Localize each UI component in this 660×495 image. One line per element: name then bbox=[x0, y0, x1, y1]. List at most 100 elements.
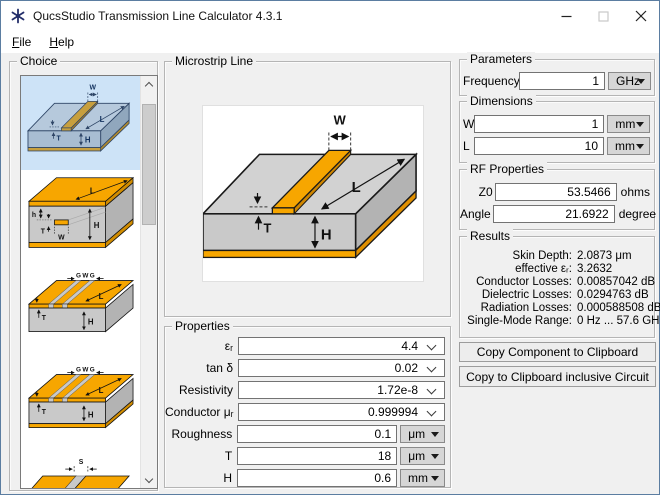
choice-item-coplanar-waveguide[interactable]: G W G L T H bbox=[21, 264, 140, 358]
svg-text:G: G bbox=[76, 273, 81, 280]
t-unit-label: μm bbox=[408, 449, 425, 463]
menu-bar: File Help bbox=[1, 31, 659, 53]
choice-item-grounded-coplanar-waveguide[interactable]: G W G L T H bbox=[21, 358, 140, 452]
copy-circuit-button[interactable]: Copy to Clipboard inclusive Circuit bbox=[459, 366, 656, 387]
minimize-button[interactable] bbox=[548, 1, 585, 31]
roughness-unit-select[interactable]: μm bbox=[400, 425, 445, 443]
choice-item-coupled-lines[interactable]: S bbox=[21, 452, 140, 488]
svg-text:G: G bbox=[76, 367, 81, 374]
svg-text:W: W bbox=[89, 85, 96, 92]
copy-circuit-button-label: Copy to Clipboard inclusive Circuit bbox=[466, 370, 649, 384]
svg-text:L: L bbox=[99, 115, 104, 124]
svg-text:H: H bbox=[93, 221, 99, 230]
parameters-group: Parameters Frequency GHz bbox=[459, 59, 655, 96]
conductor-mu-combo[interactable] bbox=[238, 403, 445, 421]
dropdown-arrow-icon bbox=[636, 122, 644, 127]
frequency-unit-select[interactable]: GHz bbox=[608, 72, 651, 90]
rf-properties-group-title: RF Properties bbox=[467, 162, 547, 177]
svg-text:H: H bbox=[87, 318, 93, 327]
results-group: Results Skin Depth: 2.0873 μm effective … bbox=[459, 236, 655, 338]
length-unit-select[interactable]: mm bbox=[607, 137, 650, 155]
svg-text:T: T bbox=[263, 221, 271, 236]
tan-delta-combo[interactable] bbox=[238, 359, 445, 377]
h-unit-select[interactable]: mm bbox=[400, 469, 445, 487]
close-button[interactable] bbox=[622, 1, 659, 31]
properties-group-title: Properties bbox=[172, 319, 233, 334]
epsilon-r-combo[interactable] bbox=[238, 337, 445, 355]
svg-text:L: L bbox=[89, 186, 94, 195]
choice-item-stripline[interactable]: L h T W H bbox=[21, 170, 140, 264]
resistivity-value[interactable] bbox=[239, 382, 444, 398]
epsilon-r-label: εᵣ bbox=[165, 339, 238, 353]
copy-component-button-label: Copy Component to Clipboard bbox=[477, 345, 638, 359]
menu-item-file[interactable]: File bbox=[3, 33, 40, 51]
svg-text:S: S bbox=[78, 459, 83, 466]
h-input[interactable] bbox=[237, 469, 397, 487]
choice-list: W L T H bbox=[21, 76, 140, 488]
menu-item-help[interactable]: Help bbox=[40, 33, 83, 51]
effective-er-value: 3.2632 bbox=[577, 263, 660, 276]
effective-er-label: effective εᵣ: bbox=[460, 263, 572, 276]
dropdown-arrow-icon bbox=[431, 454, 439, 459]
t-input[interactable] bbox=[237, 447, 397, 465]
t-label: T bbox=[165, 449, 237, 463]
maximize-button[interactable] bbox=[585, 1, 622, 31]
h-label: H bbox=[165, 471, 237, 485]
microstrip-diagram-image: W L T H bbox=[202, 105, 424, 282]
window-title: QucsStudio Transmission Line Calculator … bbox=[33, 9, 282, 23]
z0-unit-label: ohms bbox=[621, 185, 650, 199]
svg-text:L: L bbox=[98, 292, 103, 301]
width-unit-select[interactable]: mm bbox=[607, 115, 650, 133]
svg-text:L: L bbox=[98, 386, 103, 395]
resistivity-label: Resistivity bbox=[165, 383, 238, 397]
scroll-down-button[interactable] bbox=[141, 471, 157, 488]
epsilon-r-value[interactable] bbox=[239, 338, 444, 354]
length-label: L bbox=[463, 139, 474, 153]
angle-input[interactable] bbox=[493, 205, 615, 223]
copy-component-button[interactable]: Copy Component to Clipboard bbox=[459, 342, 656, 362]
z0-input[interactable] bbox=[495, 183, 617, 201]
svg-text:H: H bbox=[321, 228, 332, 244]
close-icon bbox=[635, 10, 647, 22]
scroll-up-button[interactable] bbox=[141, 76, 157, 93]
frequency-label: Frequency bbox=[463, 74, 519, 88]
length-unit-label: mm bbox=[615, 139, 635, 153]
dropdown-arrow-icon bbox=[636, 144, 644, 149]
width-input[interactable] bbox=[474, 115, 604, 133]
maximize-icon bbox=[598, 11, 609, 22]
z0-label: Z0 bbox=[460, 185, 495, 199]
coplanar-thumbnail-image: G W G L T H bbox=[27, 268, 135, 352]
dimensions-group: Dimensions W mm L mm bbox=[459, 101, 655, 163]
t-unit-select[interactable]: μm bbox=[400, 447, 445, 465]
microstrip-thumbnail-image: W L T H bbox=[27, 80, 135, 164]
svg-text:h: h bbox=[31, 212, 35, 219]
dropdown-arrow-icon bbox=[431, 476, 439, 481]
title-bar: QucsStudio Transmission Line Calculator … bbox=[1, 1, 659, 31]
roughness-label: Roughness bbox=[165, 427, 237, 441]
scrollbar-thumb[interactable] bbox=[142, 104, 156, 225]
roughness-input[interactable] bbox=[237, 425, 397, 443]
svg-text:W: W bbox=[334, 113, 347, 128]
frequency-input[interactable] bbox=[519, 72, 605, 90]
choice-scrollbar[interactable] bbox=[140, 76, 157, 488]
tan-delta-label: tan δ bbox=[165, 361, 238, 375]
dielectric-losses-label: Dielectric Losses: bbox=[460, 289, 572, 302]
radiation-losses-label: Radiation Losses: bbox=[460, 302, 572, 315]
menu-file-rest: ile bbox=[19, 35, 31, 49]
length-input[interactable] bbox=[474, 137, 604, 155]
dropdown-arrow-icon bbox=[637, 79, 645, 84]
menu-help-mnemonic: H bbox=[49, 35, 58, 49]
choice-listbox: W L T H bbox=[20, 75, 158, 489]
svg-text:W: W bbox=[58, 235, 65, 242]
single-mode-range-label: Single-Mode Range: bbox=[460, 315, 572, 328]
svg-text:G: G bbox=[89, 273, 94, 280]
tan-delta-value[interactable] bbox=[239, 360, 444, 376]
app-window: QucsStudio Transmission Line Calculator … bbox=[0, 0, 660, 495]
single-mode-range-value: 0 Hz ... 57.6 GHz bbox=[577, 315, 660, 328]
resistivity-combo[interactable] bbox=[238, 381, 445, 399]
choice-item-microstrip[interactable]: W L T H bbox=[21, 76, 140, 170]
conductor-mu-value[interactable] bbox=[239, 404, 444, 420]
svg-text:H: H bbox=[84, 136, 90, 145]
width-label: W bbox=[463, 117, 474, 131]
choice-group-title: Choice bbox=[17, 54, 60, 69]
